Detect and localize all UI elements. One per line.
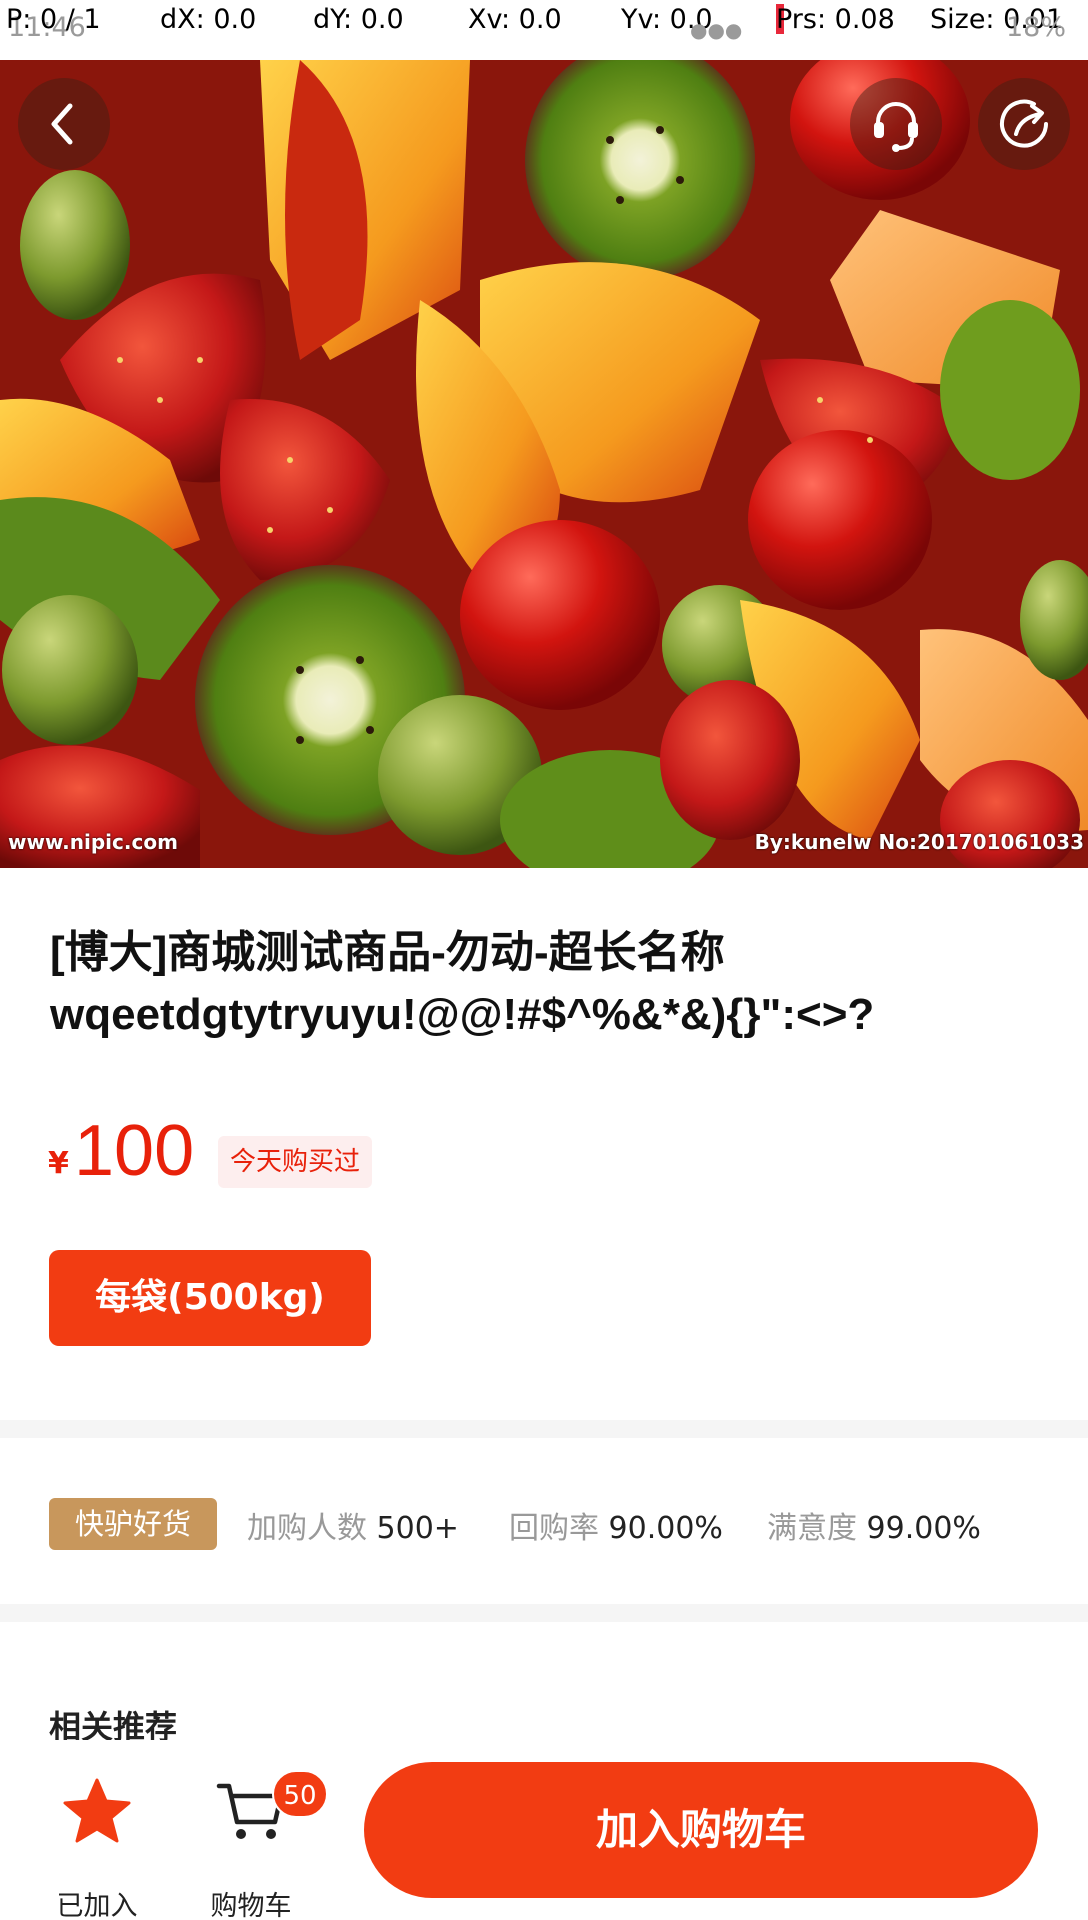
dy-readout: dY: 0.0 bbox=[313, 4, 404, 35]
cart-button[interactable]: 50 购物车 bbox=[196, 1770, 328, 1920]
bottom-action-bar: 已加入 50 购物车 加入购物车 bbox=[0, 1740, 1088, 1920]
stat-add-count: 加购人数 500+ bbox=[247, 1503, 459, 1547]
customer-service-button[interactable] bbox=[850, 78, 942, 170]
product-title-line2: wqeetdgtytryuyu!@@!#$^%&*&){}":<>? bbox=[50, 990, 875, 1039]
share-icon bbox=[1000, 99, 1048, 148]
stat-label: 回购率 bbox=[509, 1511, 599, 1546]
product-image[interactable]: www.nipic.com By:kunelw No:201701061033 bbox=[0, 60, 1088, 868]
stat-value: 500+ bbox=[376, 1511, 459, 1546]
favorite-label: 已加入 bbox=[56, 1891, 138, 1920]
dx-readout: dX: 0.0 bbox=[160, 4, 257, 35]
spec-option-button[interactable]: 每袋(500kg) bbox=[49, 1250, 371, 1346]
watermark-right: By:kunelw No:201701061033 bbox=[754, 830, 1084, 854]
pointer-count: P: 0 / 1 bbox=[6, 4, 101, 35]
section-divider bbox=[0, 1420, 1088, 1438]
price-value: 100 bbox=[74, 1111, 195, 1191]
star-icon bbox=[63, 1778, 131, 1843]
stat-label: 加购人数 bbox=[247, 1511, 367, 1546]
cart-count-badge: 50 bbox=[272, 1770, 328, 1818]
stat-repurchase: 回购率 90.00% bbox=[509, 1503, 723, 1547]
chevron-left-icon bbox=[51, 103, 73, 145]
section-divider bbox=[0, 1604, 1088, 1622]
cart-label: 购物车 bbox=[210, 1891, 292, 1920]
favorite-button[interactable]: 已加入 bbox=[42, 1770, 152, 1920]
xv-readout: Xv: 0.0 bbox=[468, 4, 562, 35]
share-button[interactable] bbox=[978, 78, 1070, 170]
fruit-photo bbox=[0, 60, 1088, 868]
headset-icon bbox=[874, 102, 918, 152]
quality-badge: 快驴好货 bbox=[49, 1498, 217, 1550]
back-button[interactable] bbox=[18, 78, 110, 170]
bought-today-tag: 今天购买过 bbox=[218, 1136, 373, 1188]
battery-level: 18% bbox=[1006, 12, 1067, 43]
stat-value: 90.00% bbox=[608, 1511, 723, 1546]
pressure-readout: Prs: 0.08 bbox=[776, 4, 895, 35]
status-bar: 11:46 P: 0 / 1 dX: 0.0 dY: 0.0 Xv: 0.0 Y… bbox=[0, 0, 1088, 60]
stat-label: 满意度 bbox=[767, 1511, 857, 1546]
watermark-left: www.nipic.com bbox=[8, 830, 178, 854]
add-to-cart-button[interactable]: 加入购物车 bbox=[364, 1762, 1038, 1898]
signal-icon: ●●● bbox=[690, 18, 743, 42]
product-title: [博大]商城测试商品-勿动-超长名称 wqeetdgtytryuyu!@@!#$… bbox=[50, 922, 1050, 1046]
stat-satisfaction: 满意度 99.00% bbox=[767, 1503, 981, 1547]
stat-value: 99.00% bbox=[866, 1511, 981, 1546]
currency-symbol: ¥ bbox=[48, 1146, 69, 1181]
product-detail-page: 11:46 P: 0 / 1 dX: 0.0 dY: 0.0 Xv: 0.0 Y… bbox=[0, 0, 1088, 1920]
product-title-line1: [博大]商城测试商品-勿动-超长名称 bbox=[50, 928, 725, 977]
